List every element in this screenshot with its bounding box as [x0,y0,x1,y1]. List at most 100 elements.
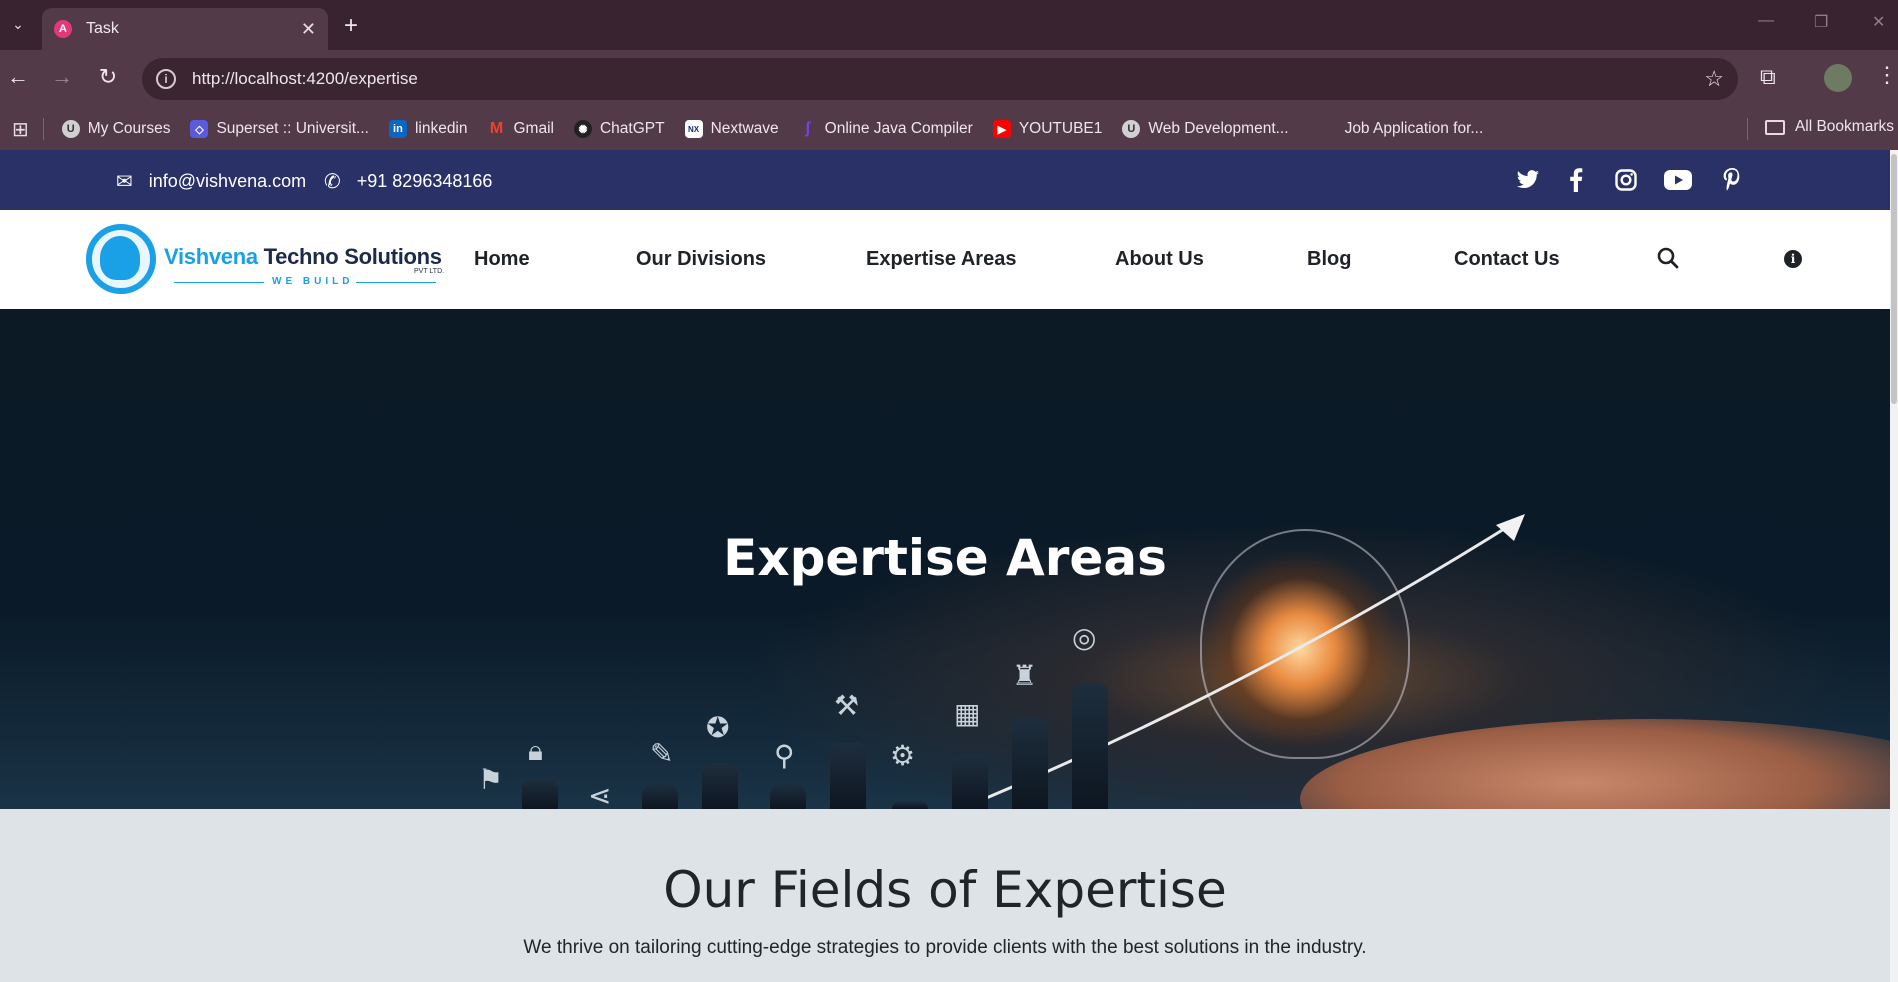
browser-menu-icon[interactable]: ⋮ [1876,62,1898,88]
section-heading: Our Fields of Expertise [663,861,1227,919]
bookmark-label: Gmail [513,120,554,137]
hero-bar [702,763,738,809]
site-info-icon[interactable]: i [156,69,176,89]
linkedin-favicon-icon: in [388,120,407,138]
bookmark-my-courses[interactable]: U My Courses [61,120,171,138]
phone-contact[interactable]: ✆ +91 8296348166 [324,169,492,194]
target-icon: ◎ [1072,622,1097,653]
bookmark-superset[interactable]: ◇ Superset :: Universit... [190,120,369,138]
profile-avatar[interactable] [1824,64,1852,92]
new-tab-icon[interactable]: + [344,12,358,40]
superset-favicon-icon: ◇ [190,120,209,138]
logo-suffix: PVT LTD. [414,268,445,275]
youtube-icon[interactable] [1662,164,1694,196]
lock-icon: 🔒︎ [528,735,543,766]
bookmark-star-icon[interactable]: ☆ [1704,66,1724,92]
all-bookmarks[interactable]: All Bookmarks [1764,118,1894,136]
gears-icon: ⚙ [890,740,916,771]
bookmark-nextwave[interactable]: NX Nextwave [684,120,779,138]
hero-bar [952,755,988,809]
nextwave-favicon-icon: NX [684,120,703,138]
bookmark-gmail[interactable]: M Gmail [488,120,554,138]
apps-grid-icon[interactable]: ⊞ [12,117,29,142]
calendar-icon: ▦ [954,698,981,729]
email-text[interactable]: info@vishvena.com [149,171,306,192]
logo-tagline: WE BUILD [272,276,354,287]
scrollbar-thumb[interactable] [1891,154,1897,404]
fields-of-expertise-section: Our Fields of Expertise We thrive on tai… [0,809,1890,982]
instagram-icon[interactable] [1610,164,1642,196]
restore-icon[interactable]: ❐ [1814,12,1828,32]
hero-bar [1012,717,1048,809]
twitter-icon[interactable] [1512,164,1544,196]
contact-topbar: ✉ info@vishvena.com ✆ +91 8296348166 [0,150,1890,210]
logo-brand-first: Vishvena [164,244,258,269]
hero-bar [1072,683,1108,809]
nav-blog[interactable]: Blog [1307,248,1351,271]
logo-brand-rest: Techno Solutions [257,244,442,269]
forward-icon[interactable]: → [48,64,76,90]
close-tab-icon[interactable]: ✕ [301,19,316,40]
logo-line-right [356,282,436,283]
magnifier-icon: ⚲ [774,740,795,771]
address-bar[interactable]: i http://localhost:4200/expertise ☆ [142,58,1738,100]
window-close-icon[interactable]: ✕ [1872,12,1885,32]
company-logo[interactable]: Vishvena Techno Solutions PVT LTD. WE BU… [86,224,450,296]
nav-about-us[interactable]: About Us [1115,248,1204,271]
main-navbar: Vishvena Techno Solutions PVT LTD. WE BU… [0,210,1890,309]
bookmarks-bar: ⊞ U My Courses ◇ Superset :: Universit... … [0,108,1898,150]
nav-contact-us[interactable]: Contact Us [1454,248,1560,271]
bookmark-linkedin[interactable]: in linkedin [388,120,468,138]
tab-search-chevron-icon[interactable]: ⌄ [4,8,32,40]
web-page: ✉ info@vishvena.com ✆ +91 8296348166 Vis… [0,150,1890,982]
browser-tabstrip: ⌄ A Task ✕ + — ❐ ✕ [0,0,1898,50]
tab-title: Task [86,20,119,37]
award-icon: ✪ [706,712,730,743]
envelope-icon: ✉ [116,171,133,193]
bookmark-youtube1[interactable]: ▶ YOUTUBE1 [992,120,1103,138]
bookmark-label: Nextwave [710,120,779,137]
info-icon[interactable]: i [1784,250,1802,268]
youtube-favicon-icon: ▶ [992,120,1011,138]
pinterest-icon[interactable] [1716,164,1748,196]
nav-expertise-areas[interactable]: Expertise Areas [866,248,1016,271]
phone-text[interactable]: +91 8296348166 [357,171,493,192]
facebook-icon[interactable] [1560,164,1592,196]
hero-bar [892,801,928,809]
hero-bar [770,785,806,809]
angular-favicon-icon: A [54,20,72,38]
webdev-favicon-icon: U [1122,120,1141,138]
share-icon: ⋖ [588,780,612,809]
bookmark-chatgpt[interactable]: ✺ ChatGPT [573,120,665,138]
reload-icon[interactable]: ↻ [94,64,122,90]
bookmark-web-development[interactable]: U Web Development... [1122,120,1289,138]
folder-icon [1764,119,1785,135]
nav-our-divisions[interactable]: Our Divisions [636,248,766,271]
hero-bar [522,779,558,809]
all-bookmarks-label: All Bookmarks [1794,118,1894,135]
hero-bar [830,743,866,809]
email-contact[interactable]: ✉ info@vishvena.com [116,169,306,194]
search-icon[interactable] [1656,246,1682,272]
gmail-favicon-icon: M [489,120,504,137]
hero-bar [642,785,678,809]
bookmark-online-java-compiler[interactable]: ʃ Online Java Compiler [799,120,973,138]
nav-home[interactable]: Home [474,248,530,271]
courses-favicon-icon: U [61,120,80,138]
bookmark-label: YOUTUBE1 [1018,120,1103,137]
minimize-icon[interactable]: — [1758,12,1774,30]
extensions-icon[interactable]: ⧉ [1760,64,1776,90]
hero-banner: ⚑ 🔒︎ ⋖ ✎ ✪ ⚲ ⚒ ⚙ ▦ ♜ ◎ Expertise Areas [0,309,1890,809]
bookmarks-separator [1747,118,1748,140]
page-scrollbar[interactable] [1890,150,1898,982]
bookmark-label: Web Development... [1148,120,1289,137]
bookmark-label: Online Java Compiler [824,120,973,137]
hero-title: Expertise Areas [723,529,1167,587]
bookmark-label: Job Application for... [1344,120,1484,137]
bookmark-label: My Courses [87,120,171,137]
bookmark-job-application[interactable]: Job Application for... [1345,120,1484,138]
bookmarks-separator [42,118,44,140]
browser-tab[interactable]: A Task ✕ [42,8,328,50]
back-icon[interactable]: ← [4,64,32,90]
url-text[interactable]: http://localhost:4200/expertise [192,69,418,89]
